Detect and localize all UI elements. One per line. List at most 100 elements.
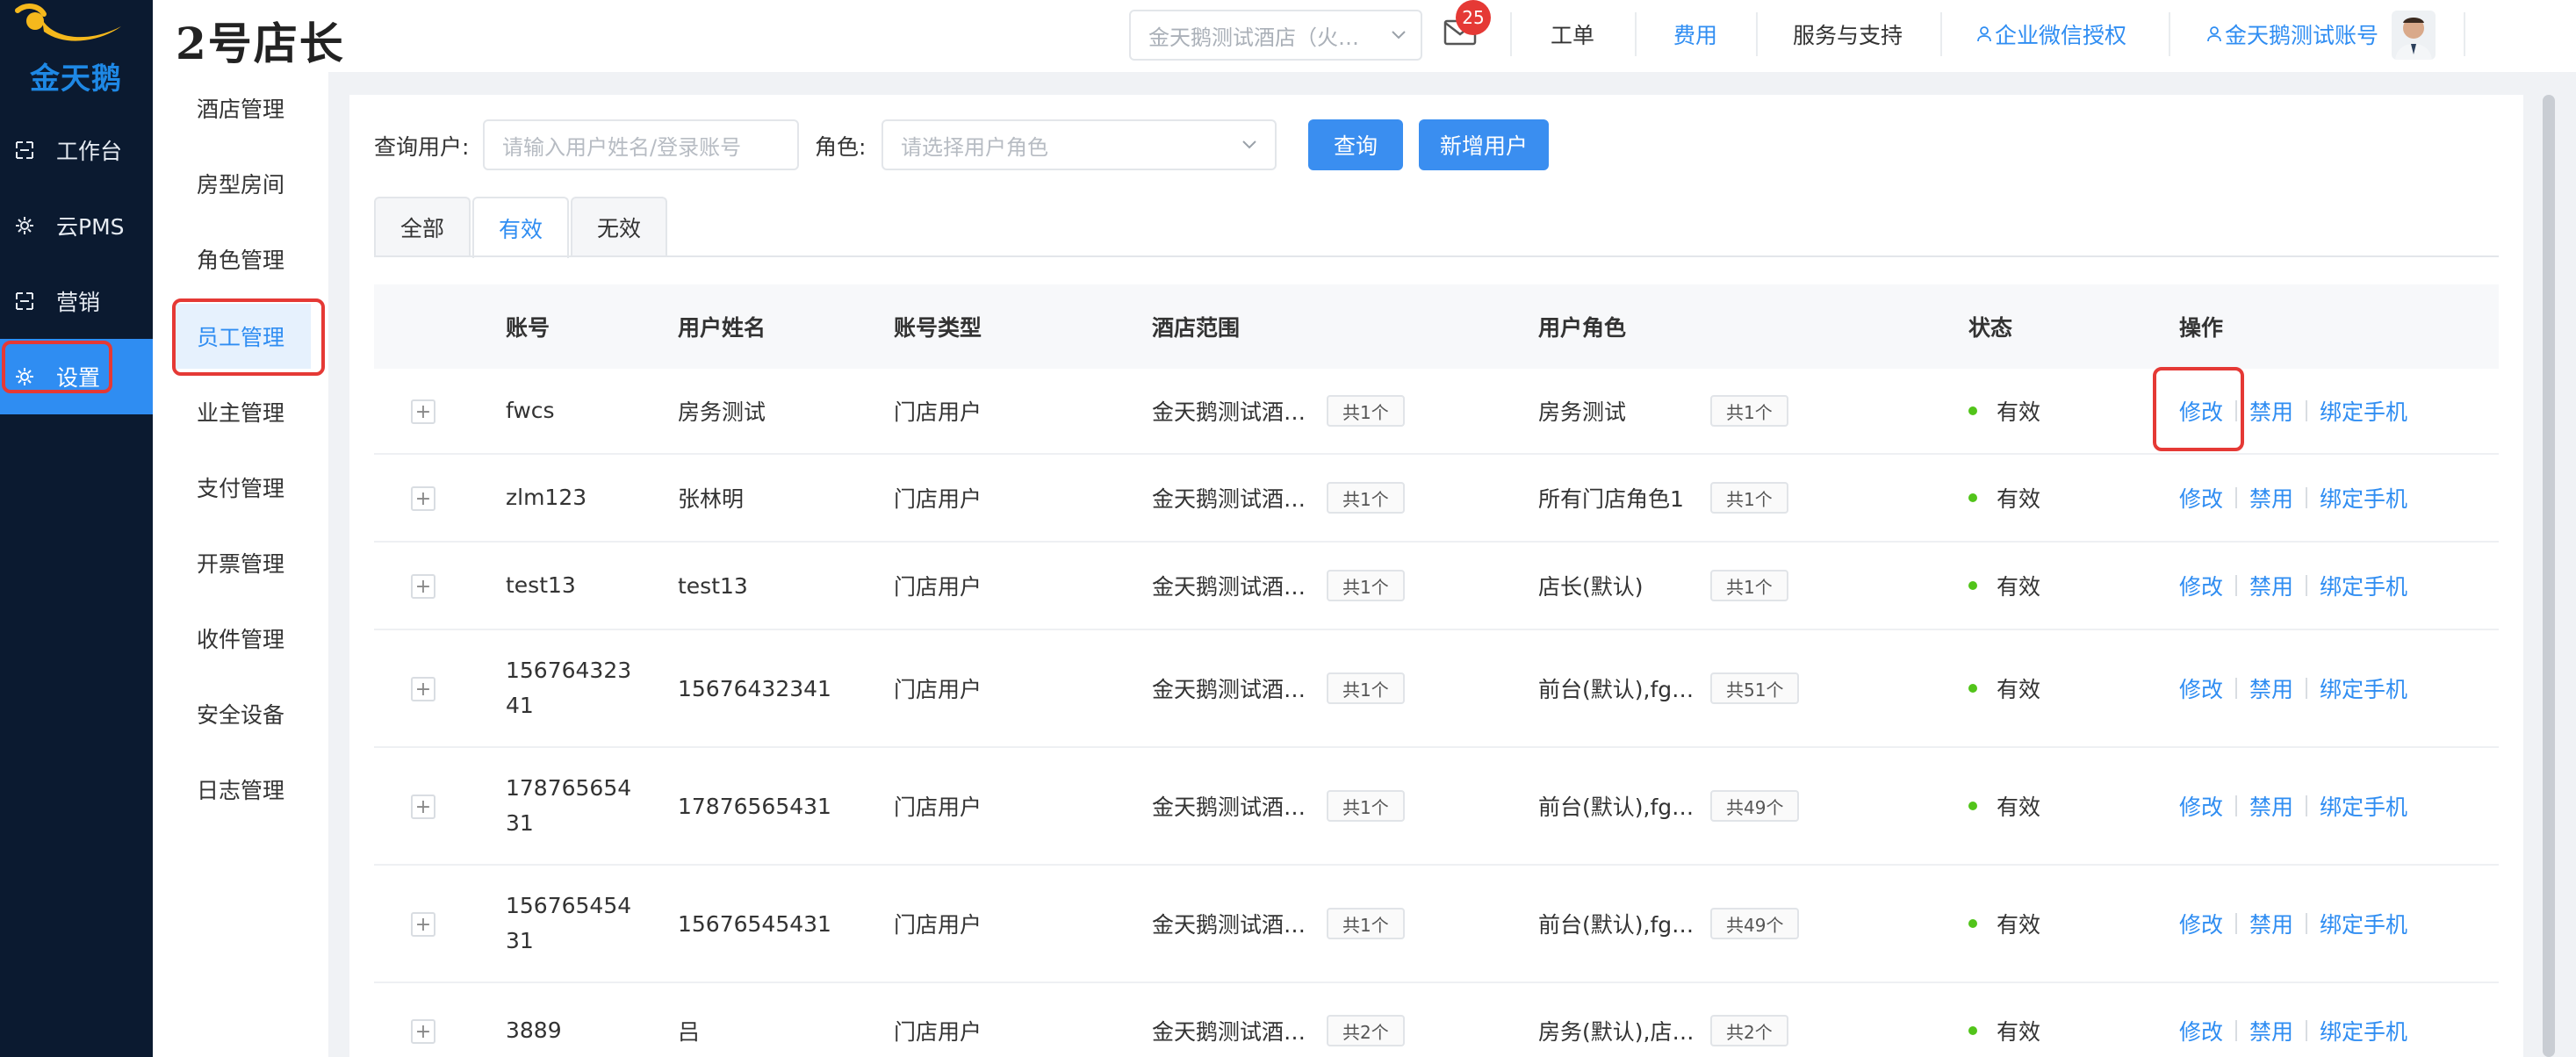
expand-row-button[interactable]: +	[411, 677, 435, 701]
hotel-count-tag[interactable]: 共1个	[1327, 672, 1405, 704]
edit-link[interactable]: 修改	[2179, 395, 2223, 427]
sub-nav-role[interactable]: 角色管理	[174, 226, 311, 291]
disable-link[interactable]: 禁用	[2249, 570, 2293, 601]
edit-link[interactable]: 修改	[2179, 908, 2223, 939]
disable-link[interactable]: 禁用	[2249, 482, 2293, 514]
edit-link[interactable]: 修改	[2179, 1015, 2223, 1046]
status-cell: 有效	[1968, 543, 2040, 629]
expand-row-button[interactable]: +	[411, 912, 435, 937]
tab-invalid[interactable]: 无效	[571, 197, 667, 256]
edit-link[interactable]: 修改	[2179, 790, 2223, 822]
role-count-tag[interactable]: 共1个	[1710, 395, 1788, 427]
expand-row-button[interactable]: +	[411, 1019, 435, 1044]
user-icon	[1977, 26, 1991, 42]
table-row: + zlm123 张林明 门店用户 金天鹅测试酒… 共1个 所有门店角色1 共1个 有效 修改 禁用…	[374, 455, 2499, 543]
role-cell: 房务测试 共1个	[1538, 369, 1788, 453]
edit-link[interactable]: 修改	[2179, 570, 2223, 601]
edit-link[interactable]: 修改	[2179, 672, 2223, 704]
user-query-input[interactable]: 请输入用户姓名/登录账号	[483, 119, 799, 170]
nav-wechat-auth[interactable]: 企业微信授权	[1977, 0, 2126, 68]
main-nav-marketing[interactable]: 营销	[0, 263, 153, 339]
actions-cell: 修改 禁用 绑定手机	[2179, 748, 2407, 864]
name-cell: 房务测试	[678, 399, 766, 425]
disable-link[interactable]: 禁用	[2249, 908, 2293, 939]
disable-link[interactable]: 禁用	[2249, 672, 2293, 704]
add-user-button[interactable]: 新增用户	[1419, 119, 1549, 170]
bind-phone-link[interactable]: 绑定手机	[2320, 1015, 2407, 1046]
account-cell: 15676545431	[506, 893, 632, 953]
nav-ticket[interactable]: 工单	[1551, 0, 1594, 68]
tab-valid[interactable]: 有效	[472, 197, 569, 258]
sub-nav-payment[interactable]: 支付管理	[174, 455, 311, 520]
sub-nav-mail[interactable]: 收件管理	[174, 606, 311, 671]
bind-phone-link[interactable]: 绑定手机	[2320, 570, 2407, 601]
hotel-select-value: 金天鹅测试酒店（火…	[1148, 25, 1359, 50]
actions-cell: 修改 禁用 绑定手机	[2179, 983, 2407, 1057]
logo[interactable]: 金天鹅	[0, 0, 153, 97]
sub-nav-owner[interactable]: 业主管理	[174, 379, 311, 444]
main-nav-settings[interactable]: 设置	[0, 339, 153, 414]
search-button[interactable]: 查询	[1308, 119, 1403, 170]
role-label: 角色:	[815, 134, 867, 160]
name-cell: test13	[678, 572, 748, 599]
name-cell: 张林明	[678, 486, 745, 512]
sub-nav-log[interactable]: 日志管理	[174, 757, 311, 822]
sub-nav-room-type[interactable]: 房型房间	[174, 151, 311, 216]
sub-nav-security[interactable]: 安全设备	[174, 681, 311, 746]
hotel-count-tag[interactable]: 共1个	[1327, 395, 1405, 427]
role-count-tag[interactable]: 共49个	[1710, 908, 1800, 939]
main-nav-workbench[interactable]: 工作台	[0, 112, 153, 188]
expand-row-button[interactable]: +	[411, 486, 435, 511]
tab-all[interactable]: 全部	[374, 197, 471, 256]
bind-phone-link[interactable]: 绑定手机	[2320, 672, 2407, 704]
hotel-scope-cell: 金天鹅测试酒… 共1个	[1152, 455, 1405, 541]
hotel-scope-cell: 金天鹅测试酒… 共1个	[1152, 748, 1405, 864]
bind-phone-link[interactable]: 绑定手机	[2320, 482, 2407, 514]
disable-link[interactable]: 禁用	[2249, 395, 2293, 427]
role-count-tag[interactable]: 共51个	[1710, 672, 1800, 704]
nav-support[interactable]: 服务与支持	[1793, 0, 1903, 68]
expand-row-button[interactable]: +	[411, 399, 435, 424]
hotel-count-tag[interactable]: 共1个	[1327, 482, 1405, 514]
role-count-tag[interactable]: 共1个	[1710, 482, 1788, 514]
role-cell: 店长(默认) 共1个	[1538, 543, 1788, 629]
bind-phone-link[interactable]: 绑定手机	[2320, 395, 2407, 427]
sub-nav-hotel[interactable]: 酒店管理	[174, 76, 311, 140]
role-count-tag[interactable]: 共49个	[1710, 790, 1800, 822]
bind-phone-link[interactable]: 绑定手机	[2320, 790, 2407, 822]
role-count-tag[interactable]: 共2个	[1710, 1015, 1788, 1046]
status-badge: 有效	[1997, 677, 2041, 702]
main-nav-cloud-pms[interactable]: 云PMS	[0, 188, 153, 263]
name-cell: 吕	[678, 1019, 701, 1045]
role-select[interactable]: 请选择用户角色	[881, 119, 1277, 170]
status-cell: 有效	[1968, 983, 2040, 1057]
hotel-count-tag[interactable]: 共2个	[1327, 1015, 1405, 1046]
user-query-placeholder: 请输入用户姓名/登录账号	[502, 134, 742, 160]
expand-row-button[interactable]: +	[411, 574, 435, 599]
edit-link[interactable]: 修改	[2179, 482, 2223, 514]
workbench-icon	[14, 140, 35, 161]
action-divider	[2235, 678, 2238, 699]
expand-row-button[interactable]: +	[411, 795, 435, 819]
bind-phone-link[interactable]: 绑定手机	[2320, 908, 2407, 939]
action-divider	[2306, 575, 2308, 596]
avatar[interactable]	[2392, 11, 2436, 60]
role-count-tag[interactable]: 共1个	[1710, 570, 1788, 601]
disable-link[interactable]: 禁用	[2249, 790, 2293, 822]
nav-fee[interactable]: 费用	[1673, 0, 1717, 68]
scrollbar[interactable]	[2543, 95, 2555, 1057]
hotel-select[interactable]: 金天鹅测试酒店（火…	[1129, 10, 1422, 61]
sub-nav-invoice[interactable]: 开票管理	[174, 530, 311, 595]
hotel-count-tag[interactable]: 共1个	[1327, 790, 1405, 822]
table-row: +15676432341 15676432341 门店用户 金天鹅测试酒… 共1个 前台(…	[374, 630, 2499, 748]
sub-nav-staff[interactable]: 员工管理	[174, 304, 311, 369]
disable-link[interactable]: 禁用	[2249, 1015, 2293, 1046]
nav-account[interactable]: 金天鹅测试账号	[2207, 0, 2378, 68]
hotel-count-tag[interactable]: 共1个	[1327, 570, 1405, 601]
role-select-placeholder: 请选择用户角色	[901, 134, 1048, 160]
table-header: 账号 用户姓名 账号类型 酒店范围 用户角色 状态 操作	[374, 284, 2499, 369]
role-text: 前台(默认),fg…	[1538, 912, 1695, 938]
role-cell: 前台(默认),fg… 共49个	[1538, 748, 1800, 864]
type-cell: 门店用户	[894, 574, 982, 600]
hotel-count-tag[interactable]: 共1个	[1327, 908, 1405, 939]
